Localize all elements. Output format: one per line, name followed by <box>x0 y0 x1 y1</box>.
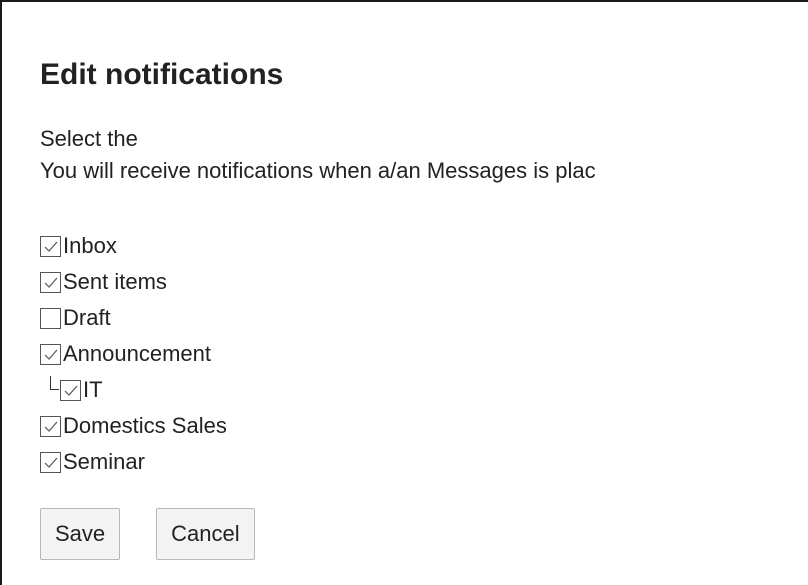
check-icon <box>44 349 58 360</box>
folder-item-draft[interactable]: Draft <box>40 300 227 336</box>
folder-label: IT <box>83 377 103 402</box>
domestics-sales-checkbox[interactable] <box>40 415 61 437</box>
folder-item-inbox[interactable]: Inbox <box>40 228 227 264</box>
folder-label: Inbox <box>63 233 117 258</box>
folder-item-it[interactable]: IT <box>40 372 227 408</box>
check-icon <box>44 241 58 252</box>
folder-item-seminar[interactable]: Seminar <box>40 444 227 480</box>
folder-item-domestics-sales[interactable]: Domestics Sales <box>40 408 227 444</box>
it-checkbox[interactable] <box>60 379 81 401</box>
folder-item-sent-items[interactable]: Sent items <box>40 264 227 300</box>
check-icon <box>44 457 58 468</box>
folder-label: Announcement <box>63 341 211 366</box>
check-icon <box>64 385 78 396</box>
tree-branch-icon <box>50 376 59 390</box>
check-icon <box>44 421 58 432</box>
folder-item-announcement[interactable]: Announcement <box>40 336 227 372</box>
description-line-1: Select the <box>40 126 138 151</box>
description-line-2: You will receive notifications when a/an… <box>40 158 596 183</box>
notification-settings-panel: Edit notifications Select the You will r… <box>0 0 808 585</box>
seminar-checkbox[interactable] <box>40 451 61 473</box>
inbox-checkbox[interactable] <box>40 235 61 257</box>
description: Select the You will receive notification… <box>40 123 596 187</box>
save-button[interactable]: Save <box>40 508 121 560</box>
cancel-button[interactable]: Cancel <box>156 508 255 560</box>
announcement-checkbox[interactable] <box>40 343 61 365</box>
folder-label: Draft <box>63 305 111 330</box>
sent-items-checkbox[interactable] <box>40 271 61 293</box>
page-title: Edit notifications <box>40 58 284 91</box>
folder-label: Sent items <box>63 269 167 294</box>
draft-checkbox[interactable] <box>40 307 61 329</box>
action-buttons: Save Cancel <box>40 508 255 560</box>
folder-label: Domestics Sales <box>63 413 227 438</box>
check-icon <box>44 277 58 288</box>
folder-label: Seminar <box>63 449 145 474</box>
folder-checkbox-list: Inbox Sent items Draft Announcement IT D… <box>40 228 227 480</box>
